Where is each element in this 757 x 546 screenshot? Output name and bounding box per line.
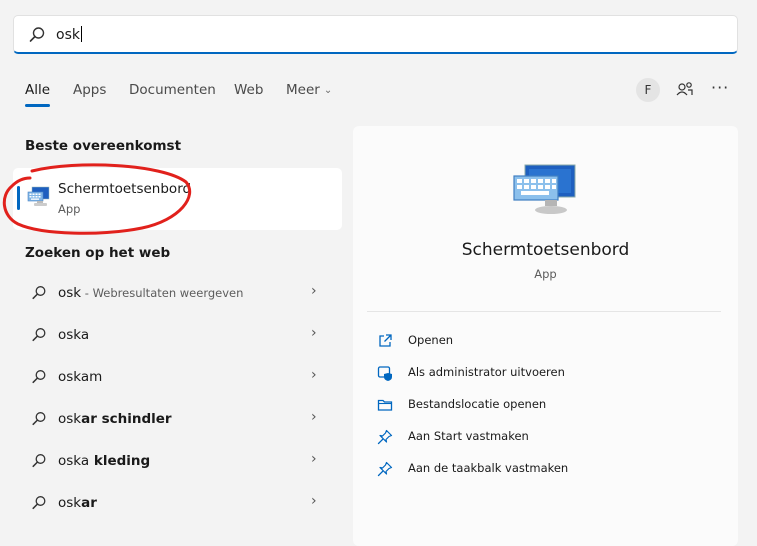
search-icon <box>32 454 46 468</box>
web-result-completion: kleding <box>89 453 151 469</box>
action-label: Aan de taakbalk vastmaken <box>408 461 569 475</box>
open-external-icon <box>379 334 392 347</box>
web-search-heading: Zoeken op het web <box>25 245 171 261</box>
detail-subtitle: App <box>534 267 557 281</box>
action-label: Bestandslocatie openen <box>408 397 547 411</box>
divider <box>367 311 721 312</box>
on-screen-keyboard-icon <box>513 164 576 214</box>
web-result-row[interactable]: oskam › <box>13 358 342 398</box>
folder-icon <box>377 399 393 411</box>
web-result-completion: ar schindler <box>81 411 172 427</box>
chevron-right-icon[interactable]: › <box>311 493 317 509</box>
action-label: Aan Start vastmaken <box>408 429 529 443</box>
action-pin-to-start[interactable]: Aan Start vastmaken <box>377 426 717 448</box>
action-open-file-location[interactable]: Bestandslocatie openen <box>377 394 717 416</box>
web-result-typed: oskam <box>58 369 103 385</box>
search-icon <box>32 328 46 342</box>
on-screen-keyboard-icon <box>27 186 50 206</box>
selection-indicator <box>17 186 20 210</box>
tab-all[interactable]: Alle <box>25 80 51 107</box>
chevron-right-icon[interactable]: › <box>311 367 317 383</box>
pin-icon <box>377 429 393 445</box>
search-input[interactable]: osk <box>13 15 738 54</box>
web-result-row[interactable]: oska › <box>13 316 342 356</box>
chevron-right-icon[interactable]: › <box>311 451 317 467</box>
action-label: Als administrator uitvoeren <box>408 365 565 379</box>
web-result-typed: osk <box>58 411 82 427</box>
search-query: osk <box>56 27 80 43</box>
more-options-button[interactable]: ··· <box>711 78 729 98</box>
web-result-row[interactable]: oska kleding › <box>13 442 342 482</box>
web-result-row[interactable]: oskar › <box>13 484 342 524</box>
action-run-as-admin[interactable]: Als administrator uitvoeren <box>377 362 717 384</box>
people-switch-icon[interactable] <box>674 79 696 101</box>
web-result-typed: oska <box>58 327 90 343</box>
web-result-typed: oska <box>58 453 90 469</box>
best-match-name: Schermtoetsenbord <box>58 181 192 197</box>
chevron-right-icon[interactable]: › <box>311 283 317 299</box>
action-label: Openen <box>408 333 454 347</box>
search-icon <box>29 27 45 42</box>
web-result-typed: osk <box>58 285 82 301</box>
best-match-result[interactable]: Schermtoetsenbord App <box>13 168 342 230</box>
web-result-row[interactable]: oskar schindler › <box>13 400 342 440</box>
tab-apps[interactable]: Apps <box>73 80 106 100</box>
search-icon <box>32 286 46 300</box>
detail-title: Schermtoetsenbord <box>461 240 630 260</box>
chevron-right-icon[interactable]: › <box>311 325 317 341</box>
search-icon <box>32 496 46 510</box>
tab-documents[interactable]: Documenten <box>129 80 216 100</box>
web-result-row[interactable]: osk - Webresultaten weergeven › <box>13 274 342 314</box>
chevron-down-icon: ⌄ <box>323 85 333 96</box>
detail-pane: Schermtoetsenbord App Openen Als adminis… <box>353 126 738 546</box>
web-result-typed: osk <box>58 495 82 511</box>
tab-web[interactable]: Web <box>234 80 263 100</box>
chevron-right-icon[interactable]: › <box>311 409 317 425</box>
search-icon <box>32 412 46 426</box>
admin-shield-icon <box>377 366 392 381</box>
text-caret <box>80 26 82 42</box>
tab-more[interactable]: Meer ⌄ <box>286 80 332 101</box>
web-result-hint: - Webresultaten weergeven <box>81 286 244 300</box>
avatar[interactable]: F <box>636 78 660 102</box>
action-pin-to-taskbar[interactable]: Aan de taakbalk vastmaken <box>377 458 717 480</box>
web-result-completion: ar <box>81 495 97 511</box>
pin-icon <box>377 461 393 477</box>
action-open[interactable]: Openen <box>377 330 717 352</box>
search-icon <box>32 370 46 384</box>
best-match-type: App <box>58 202 81 216</box>
best-match-heading: Beste overeenkomst <box>25 138 182 154</box>
